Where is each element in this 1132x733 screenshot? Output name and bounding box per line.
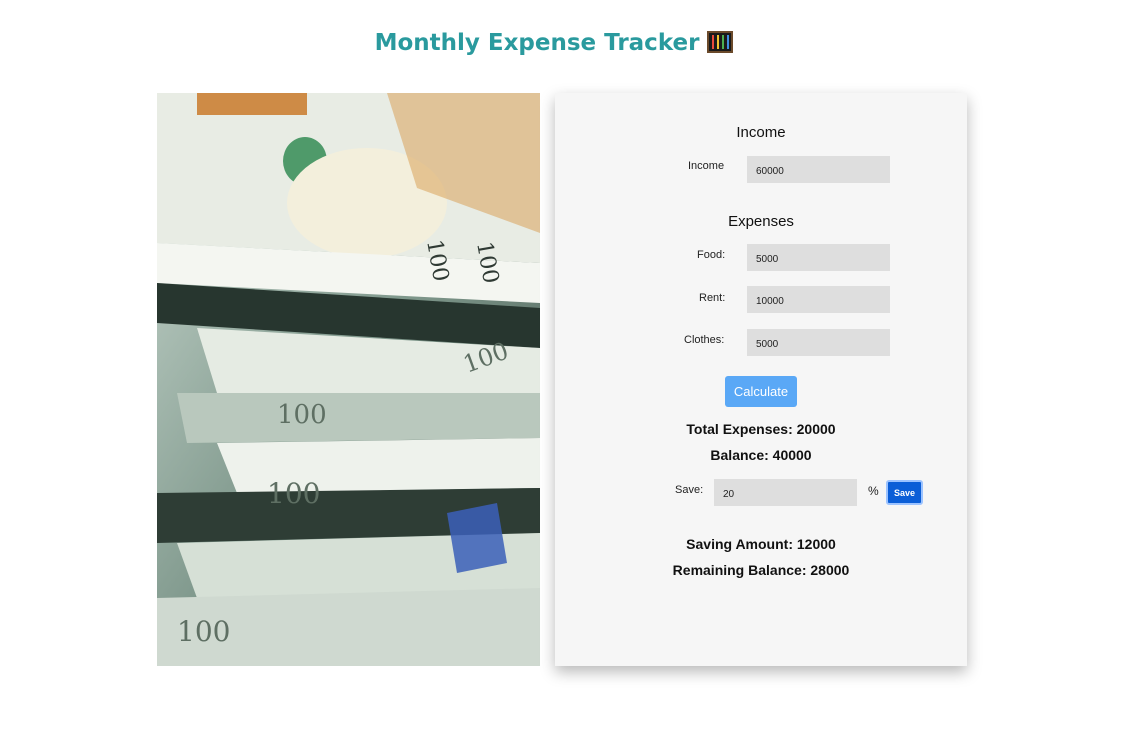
save-percent-input[interactable]: 20 <box>714 479 857 506</box>
expenses-section-title: Expenses <box>728 213 794 230</box>
food-label: Food: <box>697 249 726 261</box>
income-section-title: Income <box>736 124 786 141</box>
clothes-input[interactable]: 5000 <box>747 329 890 356</box>
save-button[interactable]: Save <box>886 480 923 505</box>
saving-amount-text: Saving Amount: 12000 <box>686 536 836 552</box>
rent-label: Rent: <box>699 292 726 304</box>
expense-form-panel: Income Income 60000 Expenses Food: 5000 … <box>555 93 967 666</box>
page-title-text: Monthly Expense Tracker <box>374 30 700 56</box>
svg-text:100: 100 <box>177 615 230 648</box>
hundred-dollar-bills-image: 100 100 100 100 100 100 <box>157 93 540 666</box>
food-input[interactable]: 5000 <box>747 244 890 271</box>
balance-text: Balance: 40000 <box>710 447 812 463</box>
save-label: Save: <box>675 484 704 496</box>
income-input[interactable]: 60000 <box>747 156 890 183</box>
rent-input[interactable]: 10000 <box>747 286 890 313</box>
money-photo: 100 100 100 100 100 100 <box>157 93 540 666</box>
total-expenses-text: Total Expenses: 20000 <box>686 421 836 437</box>
remaining-balance-text: Remaining Balance: 28000 <box>672 562 850 578</box>
clothes-label: Clothes: <box>684 334 725 346</box>
income-label: Income <box>688 160 725 172</box>
abacus-icon <box>707 31 734 53</box>
svg-text:100: 100 <box>267 477 320 510</box>
svg-text:100: 100 <box>277 400 327 430</box>
page-title: Monthly Expense Tracker <box>0 30 1108 56</box>
percent-sign: % <box>868 484 879 498</box>
calculate-button[interactable]: Calculate <box>725 376 797 407</box>
